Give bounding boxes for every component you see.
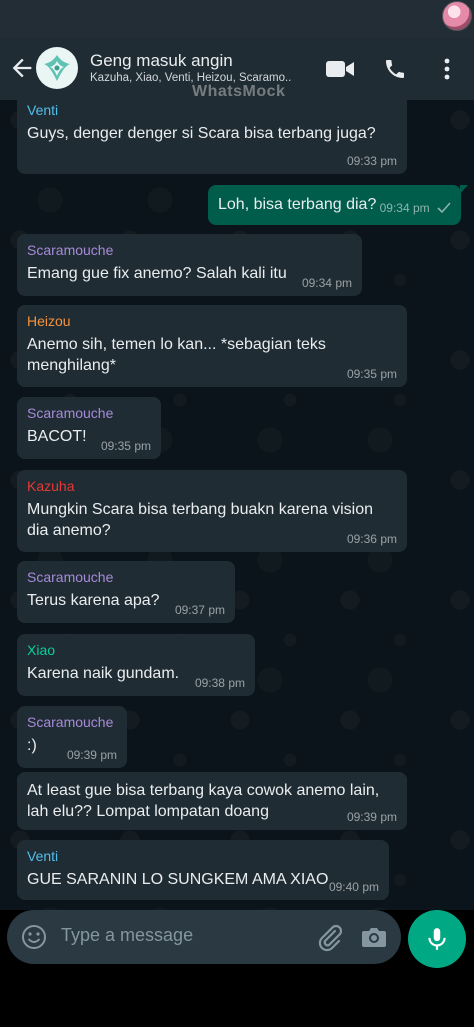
message-sender: Kazuha xyxy=(27,478,75,494)
message-bubble[interactable]: Scaramouche BACOT! 09:35 pm xyxy=(17,397,161,459)
message-time: 09:33 pm xyxy=(346,154,397,168)
message-input[interactable]: Type a message xyxy=(7,910,401,964)
arrow-left-icon[interactable] xyxy=(8,54,36,82)
camera-icon[interactable] xyxy=(359,922,389,952)
message-time: 09:37 pm xyxy=(174,603,225,617)
message-bubble[interactable]: Scaramouche :) 09:39 pm xyxy=(17,706,127,768)
message-bubble-outgoing[interactable]: Loh, bisa terbang dia? 09:34 pm xyxy=(208,185,468,225)
watermark: WhatsMock xyxy=(192,83,286,100)
message-text: At least gue bisa terbang kaya cowok ane… xyxy=(27,782,380,820)
message-placeholder: Type a message xyxy=(61,925,194,945)
message-time: 09:36 pm xyxy=(346,532,397,546)
message-sender: Scaramouche xyxy=(27,714,114,730)
phone-icon[interactable] xyxy=(380,55,410,83)
message-bubble[interactable]: At least gue bisa terbang kaya cowok ane… xyxy=(17,772,407,830)
message-list[interactable]: Venti Guys, denger denger si Scara bisa … xyxy=(0,100,474,910)
video-call-icon[interactable] xyxy=(325,55,355,83)
composer: Type a message xyxy=(0,910,474,970)
paperclip-icon[interactable] xyxy=(315,922,345,952)
group-name[interactable]: Geng masuk angin xyxy=(90,51,233,71)
message-text: Guys, denger denger si Scara bisa terban… xyxy=(27,125,376,142)
message-sender: Scaramouche xyxy=(27,242,114,258)
message-time: 09:38 pm xyxy=(194,676,245,690)
status-bar xyxy=(0,0,474,38)
message-sender: Venti xyxy=(27,102,59,118)
message-sender: Xiao xyxy=(27,642,56,658)
message-text: Anemo sih, temen lo kan... *sebagian tek… xyxy=(27,336,326,374)
message-time: 09:39 pm xyxy=(346,810,397,824)
message-sender: Venti xyxy=(27,848,59,864)
message-text: Mungkin Scara bisa terbang buakn karena … xyxy=(27,501,373,539)
message-time: 09:34 pm xyxy=(379,201,430,215)
message-time: 09:35 pm xyxy=(346,367,397,381)
chat-header: Geng masuk angin Kazuha, Xiao, Venti, He… xyxy=(0,38,474,100)
check-icon xyxy=(437,202,451,217)
bubble-tail xyxy=(460,185,468,194)
nav-bar-area xyxy=(0,970,474,1027)
message-meta: 09:34 pm xyxy=(380,201,451,217)
message-sender: Heizou xyxy=(27,313,71,329)
message-bubble[interactable]: Heizou Anemo sih, temen lo kan... *sebag… xyxy=(17,305,407,387)
message-bubble[interactable]: Venti GUE SARANIN LO SUNGKEM AMA XIAO 09… xyxy=(17,840,389,900)
more-vert-icon[interactable] xyxy=(432,55,462,83)
message-sender: Scaramouche xyxy=(27,569,114,585)
message-time: 09:39 pm xyxy=(66,748,117,762)
message-sender: Scaramouche xyxy=(27,405,114,421)
message-bubble[interactable]: Venti Guys, denger denger si Scara bisa … xyxy=(17,100,407,174)
mic-icon xyxy=(428,928,446,950)
message-text: GUE SARANIN LO SUNGKEM AMA XIAO xyxy=(27,871,329,888)
message-bubble[interactable]: Xiao Karena naik gundam. 09:38 pm xyxy=(17,634,255,696)
emoji-icon[interactable] xyxy=(19,922,49,952)
message-time: 09:35 pm xyxy=(100,439,151,453)
message-bubble[interactable]: Scaramouche Emang gue fix anemo? Salah k… xyxy=(17,234,362,296)
avatar[interactable] xyxy=(442,1,472,31)
group-avatar[interactable] xyxy=(36,47,78,89)
message-time: 09:40 pm xyxy=(328,880,379,894)
mic-button[interactable] xyxy=(408,910,466,968)
message-bubble[interactable]: Scaramouche Terus karena apa? 09:37 pm xyxy=(17,561,235,623)
message-time: 09:34 pm xyxy=(301,276,352,290)
message-bubble[interactable]: Kazuha Mungkin Scara bisa terbang buakn … xyxy=(17,470,407,552)
anemo-emblem-icon xyxy=(44,55,70,81)
